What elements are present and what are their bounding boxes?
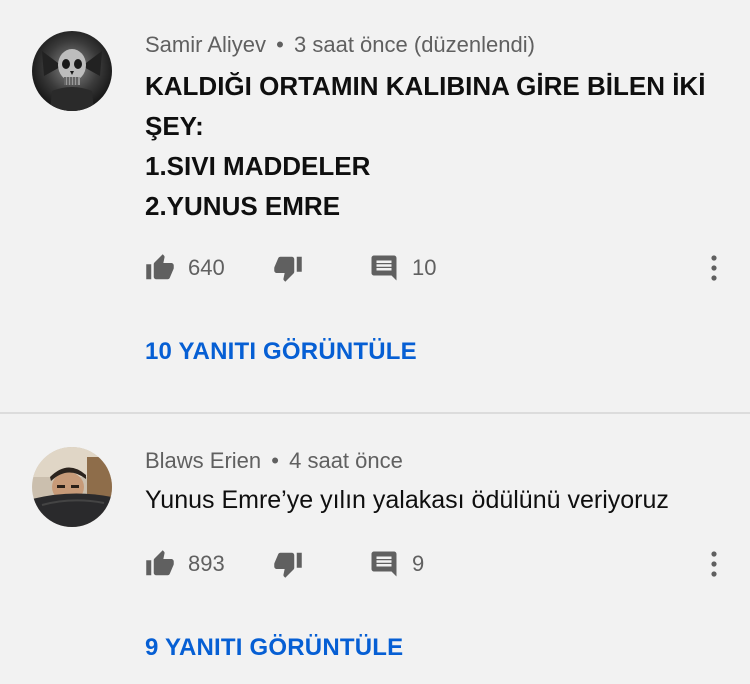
comment-actions: 893 9: [145, 546, 735, 582]
comment-text: KALDIĞI ORTAMIN KALIBINA GİRE BİLEN İKİ …: [145, 66, 705, 226]
comment-meta: Samir Aliyev • 3 saat önce (düzenlendi): [145, 32, 535, 58]
author-name[interactable]: Blaws Erien: [145, 448, 261, 473]
comment-text: Yunus Emre’ye yılın yalakası ödülünü ver…: [145, 486, 669, 514]
comment-line: 1.SIVI MADDELER: [145, 151, 371, 181]
dislike-button[interactable]: [273, 546, 303, 582]
comment-meta: Blaws Erien • 4 saat önce: [145, 448, 403, 474]
avatar[interactable]: [32, 447, 112, 527]
more-vertical-icon: [711, 255, 717, 281]
person-avatar-image: [32, 447, 112, 527]
more-vertical-icon: [711, 551, 717, 577]
meta-separator: •: [271, 448, 279, 473]
comment-line: 2.YUNUS EMRE: [145, 191, 341, 221]
like-count: 893: [188, 551, 225, 576]
reply-count: 9: [412, 551, 425, 576]
avatar[interactable]: [32, 31, 112, 111]
thumbs-down-icon: [274, 256, 302, 282]
like-button[interactable]: 893: [145, 546, 225, 582]
more-options-button[interactable]: [704, 546, 724, 582]
view-replies-link[interactable]: 10 YANITI GÖRÜNTÜLE: [145, 338, 417, 366]
author-name[interactable]: Samir Aliyev: [145, 32, 266, 57]
comment-line: KALDIĞI ORTAMIN KALIBINA GİRE BİLEN İKİ: [145, 71, 706, 101]
more-options-button[interactable]: [704, 250, 724, 286]
comment-icon: [371, 255, 397, 281]
timestamp[interactable]: 4 saat önce: [289, 448, 403, 473]
timestamp[interactable]: 3 saat önce (düzenlendi): [294, 32, 535, 57]
dislike-button[interactable]: [273, 250, 303, 286]
reply-button[interactable]: 10: [369, 250, 436, 286]
comment-actions: 640 10: [145, 250, 735, 286]
comment-thread: Blaws Erien • 4 saat önce Yunus Emre’ye …: [0, 414, 750, 684]
reply-button[interactable]: 9: [369, 546, 424, 582]
like-button[interactable]: 640: [145, 250, 225, 286]
comment-thread: Samir Aliyev • 3 saat önce (düzenlendi) …: [0, 0, 750, 412]
skull-avatar-image: [32, 31, 112, 111]
comment-icon: [371, 551, 397, 577]
meta-separator: •: [276, 32, 284, 57]
comment-line: ŞEY:: [145, 111, 204, 141]
like-count: 640: [188, 255, 225, 280]
view-replies-link[interactable]: 9 YANITI GÖRÜNTÜLE: [145, 634, 403, 662]
thumbs-down-icon: [274, 552, 302, 578]
thumbs-up-icon: [146, 550, 174, 576]
thumbs-up-icon: [146, 254, 174, 280]
reply-count: 10: [412, 255, 437, 280]
